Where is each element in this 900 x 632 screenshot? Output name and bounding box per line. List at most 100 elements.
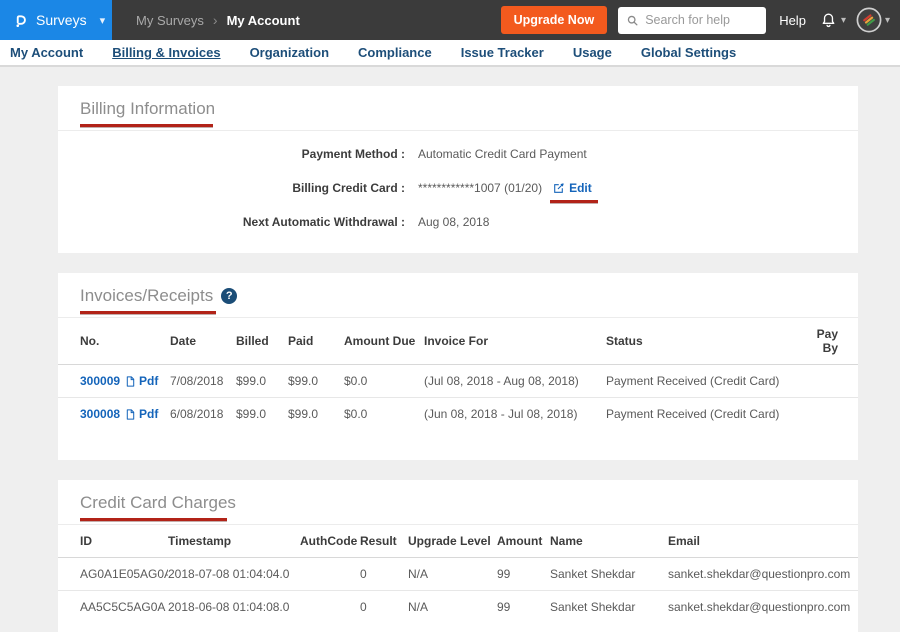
billing-information-header: Billing Information bbox=[58, 86, 858, 131]
invoice-pdf-link[interactable]: Pdf bbox=[125, 407, 158, 421]
field-label: Next Automatic Withdrawal : bbox=[58, 215, 405, 229]
charge-email: sanket.shekdar@questionpro.com bbox=[668, 558, 858, 591]
invoice-for: (Jul 08, 2018 - Aug 08, 2018) bbox=[424, 365, 606, 398]
breadcrumb-current: My Account bbox=[227, 13, 300, 28]
column-header: Email bbox=[668, 525, 858, 558]
charge-row: AA5C5C5AG0A 2018-06-08 01:04:08.0 0 N/A … bbox=[58, 591, 858, 624]
avatar bbox=[856, 7, 882, 33]
tab-billing-invoices[interactable]: Billing & Invoices bbox=[112, 45, 220, 60]
card-bottom-padding bbox=[58, 623, 858, 632]
notifications-menu[interactable]: ▾ bbox=[819, 11, 846, 30]
invoice-row: 300008 Pdf 6/08/2018 $99.0 $99.0 bbox=[58, 398, 858, 431]
charge-amount: 99 bbox=[497, 558, 550, 591]
charge-name: Sanket Shekdar bbox=[550, 558, 668, 591]
column-header: Upgrade Level bbox=[408, 525, 497, 558]
field-label: Billing Credit Card : bbox=[58, 181, 405, 195]
charge-name: Sanket Shekdar bbox=[550, 591, 668, 624]
column-header: Name bbox=[550, 525, 668, 558]
annotation-underline bbox=[80, 311, 216, 314]
section-title: Credit Card Charges bbox=[80, 493, 236, 513]
charge-result: 0 bbox=[360, 591, 408, 624]
charges-table-header: ID Timestamp AuthCode Result Upgrade Lev… bbox=[58, 525, 858, 558]
invoices-table-header: No. Date Billed Paid Amount Due Invoice … bbox=[58, 318, 858, 365]
column-header: Date bbox=[170, 318, 236, 365]
pdf-label: Pdf bbox=[139, 407, 158, 421]
column-header: Amount bbox=[497, 525, 550, 558]
charge-upgrade-level: N/A bbox=[408, 558, 497, 591]
chevron-down-icon: ▾ bbox=[841, 15, 846, 26]
topbar-actions: Upgrade Now Help ▾ bbox=[501, 6, 900, 34]
billing-information-card: Billing Information Payment Method : Aut… bbox=[58, 86, 858, 253]
invoice-billed: $99.0 bbox=[236, 365, 288, 398]
invoice-amount-due: $0.0 bbox=[344, 398, 424, 431]
charge-id: AG0A1E05AG0A bbox=[58, 558, 168, 591]
column-header: Pay By bbox=[798, 318, 858, 365]
breadcrumb: My Surveys › My Account bbox=[136, 12, 300, 28]
search-icon bbox=[626, 14, 639, 27]
charges-header: Credit Card Charges bbox=[58, 480, 858, 525]
masked-card-number: ************1007 (01/20) bbox=[418, 181, 542, 195]
tab-compliance[interactable]: Compliance bbox=[358, 45, 432, 60]
billing-fields: Payment Method : Automatic Credit Card P… bbox=[58, 131, 858, 253]
column-header: Result bbox=[360, 525, 408, 558]
invoices-header: Invoices/Receipts ? bbox=[58, 273, 858, 318]
product-label: Surveys bbox=[36, 12, 87, 28]
column-header: ID bbox=[58, 525, 168, 558]
invoice-paid: $99.0 bbox=[288, 398, 344, 431]
invoice-amount-due: $0.0 bbox=[344, 365, 424, 398]
charge-timestamp: 2018-06-08 01:04:08.0 bbox=[168, 591, 300, 624]
tab-my-account[interactable]: My Account bbox=[10, 45, 83, 60]
edit-label[interactable]: Edit bbox=[569, 181, 592, 195]
help-search-box[interactable] bbox=[618, 7, 766, 34]
charge-result: 0 bbox=[360, 558, 408, 591]
invoice-pay-by bbox=[798, 398, 858, 431]
column-header: Billed bbox=[236, 318, 288, 365]
charge-upgrade-level: N/A bbox=[408, 591, 497, 624]
invoice-paid: $99.0 bbox=[288, 365, 344, 398]
charge-row: AG0A1E05AG0A 2018-07-08 01:04:04.0 0 N/A… bbox=[58, 558, 858, 591]
charge-authcode bbox=[300, 558, 360, 591]
invoice-for: (Jun 08, 2018 - Jul 08, 2018) bbox=[424, 398, 606, 431]
card-bottom-padding bbox=[58, 430, 858, 460]
charges-table: ID Timestamp AuthCode Result Upgrade Lev… bbox=[58, 525, 858, 623]
charge-authcode bbox=[300, 591, 360, 624]
invoice-billed: $99.0 bbox=[236, 398, 288, 431]
tab-issue-tracker[interactable]: Issue Tracker bbox=[461, 45, 544, 60]
annotation-underline bbox=[80, 518, 227, 521]
breadcrumb-parent[interactable]: My Surveys bbox=[136, 13, 204, 28]
invoice-pay-by bbox=[798, 365, 858, 398]
pdf-label: Pdf bbox=[139, 374, 158, 388]
chevron-down-icon: ▾ bbox=[100, 14, 106, 27]
product-switcher[interactable]: Surveys ▾ bbox=[0, 0, 112, 40]
tab-usage[interactable]: Usage bbox=[573, 45, 612, 60]
payment-method-row: Payment Method : Automatic Credit Card P… bbox=[58, 137, 858, 171]
column-header: Amount Due bbox=[344, 318, 424, 365]
bell-icon bbox=[819, 11, 838, 30]
questionpro-logo-icon bbox=[11, 11, 29, 29]
section-title: Invoices/Receipts bbox=[80, 286, 213, 306]
invoice-number-link[interactable]: 300008 bbox=[80, 407, 120, 421]
chevron-down-icon: ▾ bbox=[885, 15, 890, 26]
search-input[interactable] bbox=[645, 13, 755, 27]
column-header: Status bbox=[606, 318, 798, 365]
pdf-file-icon bbox=[125, 375, 136, 388]
payment-method-value: Automatic Credit Card Payment bbox=[418, 147, 587, 161]
tab-global-settings[interactable]: Global Settings bbox=[641, 45, 736, 60]
help-link[interactable]: Help bbox=[779, 13, 806, 28]
invoice-number-link[interactable]: 300009 bbox=[80, 374, 120, 388]
invoices-table: No. Date Billed Paid Amount Due Invoice … bbox=[58, 318, 858, 430]
billing-credit-card-row: Billing Credit Card : ************1007 (… bbox=[58, 171, 858, 205]
invoice-pdf-link[interactable]: Pdf bbox=[125, 374, 158, 388]
breadcrumb-separator-icon: › bbox=[213, 12, 218, 28]
account-menu[interactable]: ▾ bbox=[856, 7, 890, 33]
column-header: No. bbox=[58, 318, 170, 365]
annotation-underline bbox=[550, 200, 598, 203]
edit-card-link[interactable]: Edit bbox=[552, 181, 592, 195]
tab-organization[interactable]: Organization bbox=[250, 45, 329, 60]
column-header: Paid bbox=[288, 318, 344, 365]
invoice-date: 6/08/2018 bbox=[170, 398, 236, 431]
help-circle-icon[interactable]: ? bbox=[221, 288, 237, 304]
upgrade-now-button[interactable]: Upgrade Now bbox=[501, 6, 608, 34]
field-label: Payment Method : bbox=[58, 147, 405, 161]
invoice-row: 300009 Pdf 7/08/2018 $99.0 $99.0 bbox=[58, 365, 858, 398]
